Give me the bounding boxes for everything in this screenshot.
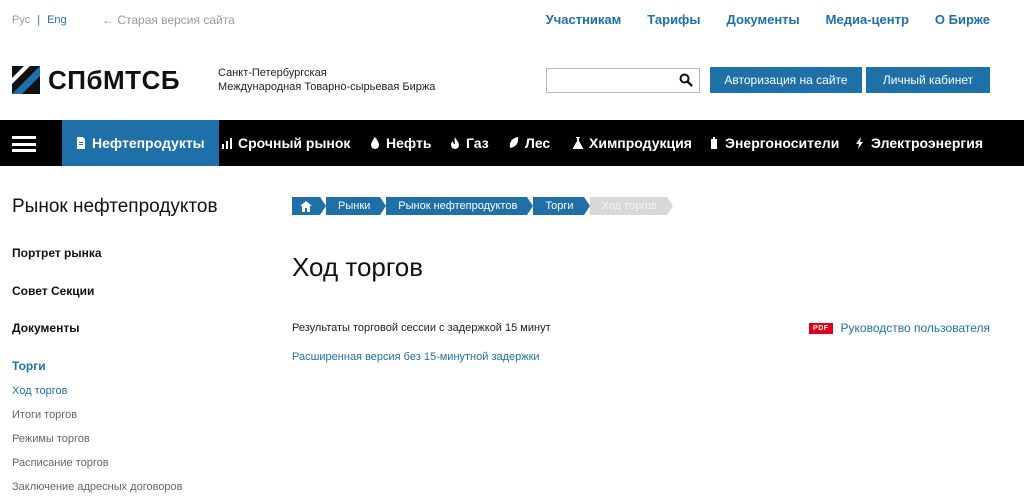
flame-icon: [451, 137, 459, 149]
sidebar-subitem-address-contracts[interactable]: Заключение адресных договоров: [12, 481, 183, 493]
nav-item-energy-carriers[interactable]: Энергоносители: [709, 120, 839, 166]
leaf-icon: [509, 137, 519, 148]
breadcrumb: Рынки Рынок нефтепродуктов Торги Ход тор…: [292, 197, 674, 215]
nav-item-forest[interactable]: Лес: [509, 120, 550, 166]
sidebar-title: Рынок нефтепродуктов: [12, 196, 218, 217]
nav-item-oil[interactable]: Нефть: [370, 120, 431, 166]
org-name: Санкт-Петербургская Международная Товарн…: [218, 66, 435, 94]
canister-icon: [711, 137, 717, 149]
session-results-text: Результаты торговой сессии с задержкой 1…: [292, 322, 551, 334]
sidebar-item-market-portrait[interactable]: Портрет рынка: [12, 246, 102, 260]
extended-version-link[interactable]: Расширенная версия без 15-минутной задер…: [292, 351, 540, 363]
sidebar-item-trading[interactable]: Торги: [12, 359, 46, 373]
breadcrumb-trading[interactable]: Торги: [533, 197, 590, 215]
nav-item-label: Электроэнергия: [871, 135, 984, 151]
nav-item-label: Нефть: [386, 135, 432, 151]
org-name-line2: Международная Товарно-сырьевая Биржа: [218, 81, 436, 93]
nav-item-label: Срочный рынок: [238, 135, 351, 151]
top-nav-participants[interactable]: Участникам: [546, 12, 622, 27]
search-box[interactable]: [546, 68, 700, 93]
breadcrumb-home[interactable]: [292, 197, 326, 215]
home-icon: [300, 200, 312, 212]
sidebar-subitem-trading-results[interactable]: Итоги торгов: [12, 409, 77, 421]
lang-ru[interactable]: Рус: [12, 14, 30, 26]
nav-item-gas[interactable]: Газ: [450, 120, 489, 166]
old-site-link[interactable]: ← Старая версия сайта: [102, 13, 235, 27]
search-icon[interactable]: [679, 73, 693, 87]
nav-item-label: Газ: [466, 135, 489, 151]
lang-separator: |: [37, 14, 41, 26]
flask-icon: [573, 137, 583, 149]
page-title: Ход торгов: [292, 252, 424, 282]
user-guide-link[interactable]: PDF Руководство пользователя: [809, 321, 990, 335]
nav-item-label: Энергоносители: [725, 135, 840, 151]
document-icon: [77, 137, 85, 149]
logo-mark-icon: [12, 66, 40, 94]
sidebar-item-section-council[interactable]: Совет Секции: [12, 284, 94, 298]
top-bar: Рус | Eng ← Старая версия сайта Участникам…: [0, 0, 1024, 40]
user-guide-label: Руководство пользователя: [840, 321, 990, 335]
main-nav: Нефтепродукты Срочный рынок Нефть Газ Ле…: [0, 120, 1024, 166]
chart-icon: [222, 138, 232, 149]
breadcrumb-markets[interactable]: Рынки: [326, 197, 387, 215]
logo-text: СПбМТСБ: [48, 65, 181, 95]
breadcrumb-oil-products-market[interactable]: Рынок нефтепродуктов: [386, 197, 534, 215]
sidebar-subitem-trading-progress[interactable]: Ход торгов: [12, 385, 67, 397]
nav-item-label: Лес: [525, 135, 551, 151]
top-nav-documents[interactable]: Документы: [727, 12, 800, 27]
top-nav-tariffs[interactable]: Тарифы: [647, 12, 700, 27]
language-switch: Рус | Eng: [12, 14, 67, 26]
auth-button[interactable]: Авторизация на сайте: [710, 67, 862, 93]
cabinet-button[interactable]: Личный кабинет: [866, 67, 990, 93]
sidebar-subitem-trading-schedule[interactable]: Расписание торгов: [12, 457, 109, 469]
nav-item-label: Нефтепродукты: [92, 135, 205, 151]
site-header: СПбМТСБ Санкт-Петербургская Международна…: [0, 40, 1024, 120]
lang-en[interactable]: Eng: [47, 14, 67, 26]
nav-item-label: Химпродукция: [589, 135, 692, 151]
top-nav: Участникам Тарифы Документы Медиа-центр …: [546, 12, 990, 27]
top-nav-media[interactable]: Медиа-центр: [826, 12, 909, 27]
drop-icon: [371, 137, 379, 149]
nav-item-chemicals[interactable]: Химпродукция: [573, 120, 692, 166]
lightning-icon: [856, 137, 863, 149]
pdf-icon: PDF: [809, 322, 833, 334]
nav-item-derivatives[interactable]: Срочный рынок: [222, 120, 350, 166]
sidebar-item-documents[interactable]: Документы: [12, 321, 79, 335]
menu-icon[interactable]: [12, 136, 36, 152]
sidebar-subitem-trading-modes[interactable]: Режимы торгов: [12, 433, 90, 445]
logo[interactable]: СПбМТСБ: [12, 66, 180, 94]
top-nav-about[interactable]: О Бирже: [935, 12, 990, 27]
nav-item-electricity[interactable]: Электроэнергия: [855, 120, 983, 166]
nav-item-oil-products[interactable]: Нефтепродукты: [62, 120, 219, 166]
org-name-line1: Санкт-Петербургская: [218, 67, 327, 79]
breadcrumb-current: Ход торгов: [589, 197, 674, 215]
